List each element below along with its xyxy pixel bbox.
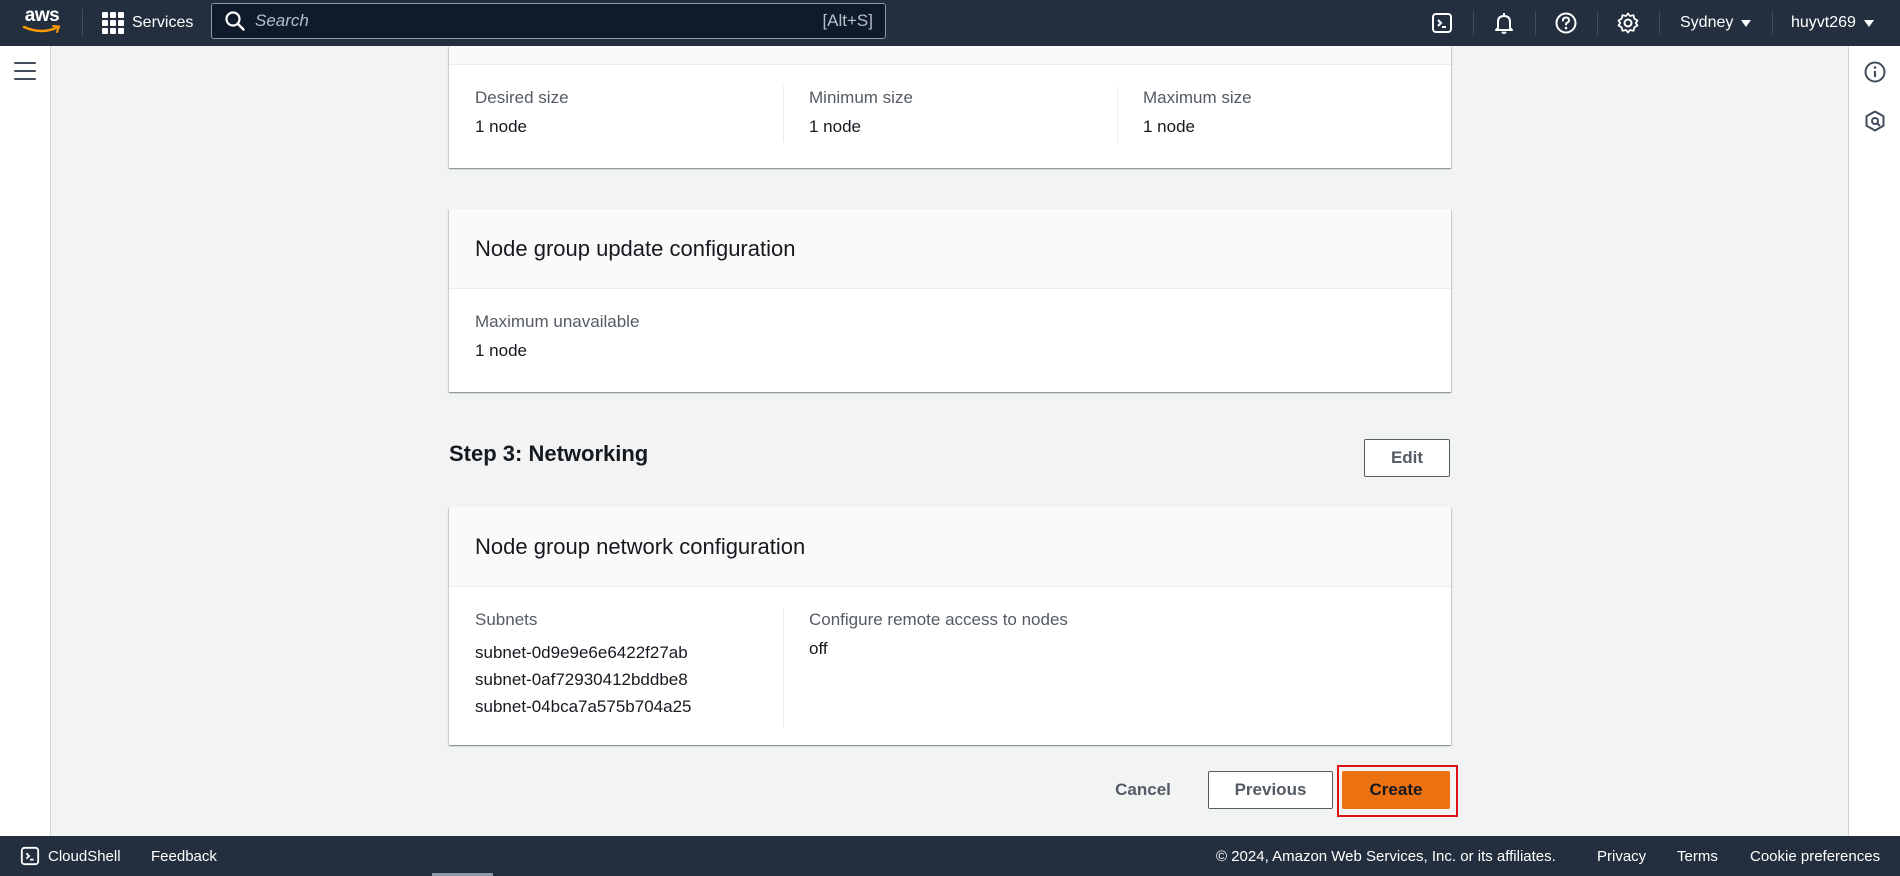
step-3-heading: Step 3: Networking	[449, 441, 649, 466]
region-selector[interactable]: Sydney	[1680, 0, 1752, 46]
search-input[interactable]	[246, 11, 823, 31]
desired-size-label: Desired size	[475, 88, 569, 107]
info-icon[interactable]	[1863, 60, 1887, 84]
network-configuration-card: Node group network configuration Subnets…	[449, 507, 1451, 745]
update-configuration-title: Node group update configuration	[449, 209, 1451, 289]
apps-grid-icon	[102, 12, 124, 34]
minimum-size-field: Minimum size 1 node	[809, 88, 913, 137]
cancel-button[interactable]: Cancel	[1106, 771, 1180, 809]
minimum-size-value: 1 node	[809, 117, 861, 136]
left-side-rail	[0, 46, 51, 836]
maximum-unavailable-label: Maximum unavailable	[475, 312, 640, 331]
footer-privacy-link[interactable]: Privacy	[1597, 836, 1646, 876]
settings-gear-icon[interactable]	[1613, 8, 1643, 38]
notifications-bell-icon[interactable]	[1489, 8, 1519, 38]
footer-cloudshell-link[interactable]: CloudShell	[20, 836, 121, 876]
subnet-list: subnet-0d9e9e6e6422f27ab subnet-0af72930…	[475, 639, 691, 720]
region-label: Sydney	[1680, 14, 1734, 31]
footer-cookie-preferences-link[interactable]: Cookie preferences	[1750, 836, 1880, 876]
footer-feedback-link[interactable]: Feedback	[151, 836, 217, 876]
create-button[interactable]: Create	[1342, 771, 1450, 809]
desired-size-field: Desired size 1 node	[475, 88, 569, 137]
account-menu[interactable]: huyvt269	[1791, 0, 1874, 46]
maximum-size-field: Maximum size 1 node	[1143, 88, 1252, 137]
services-menu[interactable]: Services	[102, 0, 193, 46]
menu-hamburger-icon[interactable]	[14, 62, 36, 80]
footer-copyright: © 2024, Amazon Web Services, Inc. or its…	[1216, 847, 1556, 865]
top-navigation: aws Services [Alt+S] Sydney	[0, 0, 1900, 46]
edit-networking-button[interactable]: Edit	[1364, 439, 1450, 477]
maximum-size-label: Maximum size	[1143, 88, 1252, 107]
scaling-configuration-card: Desired size 1 node Minimum size 1 node …	[449, 46, 1451, 168]
footer-terms-link[interactable]: Terms	[1677, 836, 1718, 876]
maximum-size-value: 1 node	[1143, 117, 1195, 136]
cloudshell-icon[interactable]	[1427, 8, 1457, 38]
help-icon[interactable]	[1551, 8, 1581, 38]
services-label: Services	[132, 14, 194, 31]
update-configuration-card: Node group update configuration Maximum …	[449, 209, 1451, 392]
remote-access-field: Configure remote access to nodes off	[809, 610, 1068, 659]
caret-down-icon	[1741, 19, 1752, 27]
subnets-field: Subnets subnet-0d9e9e6e6422f27ab subnet-…	[475, 610, 691, 720]
account-username: huyvt269	[1791, 14, 1856, 31]
footer-cloudshell-label: CloudShell	[48, 847, 121, 865]
footer: CloudShell Feedback © 2024, Amazon Web S…	[0, 836, 1900, 876]
maximum-unavailable-value: 1 node	[475, 341, 527, 360]
remote-access-value: off	[809, 639, 828, 658]
caret-down-icon	[1863, 19, 1874, 27]
cloudshell-icon	[20, 846, 40, 866]
desired-size-value: 1 node	[475, 117, 527, 136]
remote-access-label: Configure remote access to nodes	[809, 610, 1068, 629]
nav-divider	[82, 9, 83, 37]
subnet-item: subnet-0d9e9e6e6422f27ab	[475, 643, 688, 662]
search-shortcut: [Alt+S]	[822, 11, 873, 30]
card-header-remnant	[449, 46, 1451, 65]
search-box[interactable]: [Alt+S]	[211, 3, 886, 39]
subnet-item: subnet-0af72930412bddbe8	[475, 670, 688, 689]
maximum-unavailable-field: Maximum unavailable 1 node	[475, 312, 639, 361]
right-side-rail	[1848, 46, 1900, 836]
resources-hexagon-icon[interactable]	[1863, 109, 1887, 133]
search-icon	[225, 11, 245, 31]
subnets-label: Subnets	[475, 610, 538, 629]
network-configuration-title: Node group network configuration	[449, 507, 1451, 587]
aws-smile-icon	[22, 25, 61, 33]
minimum-size-label: Minimum size	[809, 88, 913, 107]
previous-button[interactable]: Previous	[1208, 771, 1333, 809]
aws-logo[interactable]: aws	[20, 6, 64, 40]
subnet-item: subnet-04bca7a575b704a25	[475, 697, 692, 716]
